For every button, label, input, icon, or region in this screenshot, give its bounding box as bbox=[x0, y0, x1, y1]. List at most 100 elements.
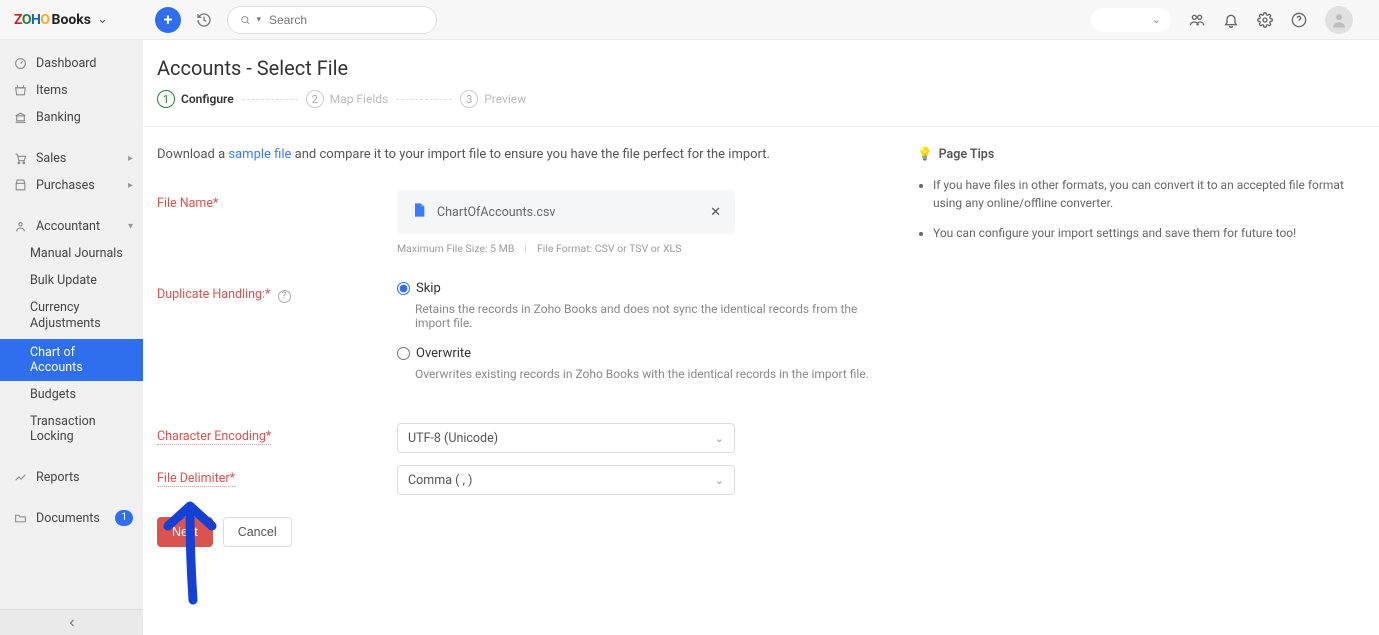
sidebar-item-transaction-locking[interactable]: Transaction Locking bbox=[0, 408, 143, 450]
documents-badge: 1 bbox=[115, 510, 133, 526]
step-number: 1 bbox=[157, 90, 175, 108]
refer-button[interactable] bbox=[1189, 12, 1205, 28]
form-row-file-name: File Name* ChartOfAccounts.csv ✕ Maximum… bbox=[157, 190, 877, 255]
form-column: Download a sample file and compare it to… bbox=[157, 147, 877, 547]
step-separator bbox=[242, 99, 298, 100]
sidebar-item-sales[interactable]: Sales ▸ bbox=[0, 145, 143, 172]
cancel-button[interactable]: Cancel bbox=[223, 517, 292, 547]
remove-file-button[interactable]: ✕ bbox=[710, 205, 721, 220]
sidebar-item-chart-of-accounts[interactable]: Chart of Accounts bbox=[0, 339, 143, 381]
sidebar-item-label: Purchases bbox=[36, 178, 95, 193]
field-delimiter: Comma ( , ) ⌄ bbox=[397, 465, 877, 495]
topbar-right: ⌄ bbox=[1091, 6, 1367, 34]
sample-file-link[interactable]: sample file bbox=[228, 147, 291, 162]
chevron-right-icon: ▸ bbox=[128, 153, 133, 164]
documents-icon bbox=[14, 512, 28, 525]
chevron-down-icon: ▾ bbox=[128, 221, 133, 232]
sidebar-item-items[interactable]: Items bbox=[0, 77, 143, 104]
recent-activity-button[interactable] bbox=[191, 7, 217, 33]
field-encoding: UTF-8 (Unicode) ⌄ bbox=[397, 423, 877, 453]
sidebar-item-label: Manual Journals bbox=[30, 246, 123, 261]
label-text: Character Encoding* bbox=[157, 429, 271, 445]
label-text: File Delimiter* bbox=[157, 471, 235, 487]
radio-label: Skip bbox=[416, 281, 441, 296]
step-preview[interactable]: 3 Preview bbox=[460, 90, 526, 108]
help-button[interactable] bbox=[1291, 12, 1307, 28]
settings-button[interactable] bbox=[1257, 12, 1273, 28]
sidebar-item-dashboard[interactable]: Dashboard bbox=[0, 50, 143, 77]
radio-skip-input[interactable] bbox=[397, 282, 410, 295]
sidebar-item-budgets[interactable]: Budgets bbox=[0, 381, 143, 408]
radio-label: Overwrite bbox=[416, 346, 471, 361]
app-switcher[interactable]: ZOHO Books ⌄ bbox=[0, 12, 143, 28]
sidebar-item-label: Transaction Locking bbox=[30, 414, 129, 444]
select-value: Comma ( , ) bbox=[408, 473, 472, 488]
sidebar-item-label: Accountant bbox=[36, 219, 100, 234]
page-title: Accounts - Select File bbox=[143, 40, 1379, 90]
bell-icon bbox=[1223, 12, 1239, 28]
brand-books: Books bbox=[52, 12, 91, 28]
import-stepper: 1 Configure 2 Map Fields 3 Preview bbox=[143, 90, 1379, 127]
org-switcher[interactable]: ⌄ bbox=[1091, 8, 1171, 32]
radio-skip[interactable]: Skip bbox=[397, 281, 877, 296]
sidebar-item-label: Currency Adjustments bbox=[30, 300, 129, 333]
sidebar-item-banking[interactable]: Banking bbox=[0, 104, 143, 131]
sidebar-item-documents[interactable]: Documents 1 bbox=[0, 505, 143, 532]
next-button[interactable]: Next bbox=[157, 517, 213, 547]
user-avatar[interactable] bbox=[1325, 6, 1353, 34]
accountant-icon bbox=[14, 220, 28, 233]
main-content: Accounts - Select File 1 Configure 2 Map… bbox=[143, 40, 1379, 635]
search-icon bbox=[240, 14, 250, 26]
topbar: ZOHO Books ⌄ + ▾ ⌄ bbox=[0, 0, 1379, 40]
global-search[interactable]: ▾ bbox=[227, 6, 437, 34]
search-scope-caret-icon: ▾ bbox=[256, 15, 261, 25]
label-encoding: Character Encoding* bbox=[157, 423, 397, 444]
tip-item: You can configure your import settings a… bbox=[933, 224, 1365, 242]
search-input[interactable] bbox=[269, 13, 424, 27]
step-configure[interactable]: 1 Configure bbox=[157, 90, 234, 108]
sidebar-item-label: Chart of Accounts bbox=[30, 345, 129, 375]
tips-title: 💡 Page Tips bbox=[917, 147, 1365, 162]
help-icon bbox=[1291, 12, 1307, 28]
file-hint-size: Maximum File Size: 5 MB bbox=[397, 242, 514, 255]
chevron-down-icon: ⌄ bbox=[715, 474, 724, 487]
sidebar-item-accountant[interactable]: Accountant ▾ bbox=[0, 213, 143, 240]
sidebar-item-reports[interactable]: Reports bbox=[0, 464, 143, 491]
topbar-main: + ▾ ⌄ bbox=[143, 6, 1379, 34]
hint-separator: | bbox=[524, 242, 527, 255]
notifications-button[interactable] bbox=[1223, 12, 1239, 28]
banking-icon bbox=[14, 111, 28, 124]
quick-add-button[interactable]: + bbox=[155, 7, 181, 33]
helper-suffix: and compare it to your import file to en… bbox=[291, 147, 770, 162]
sidebar-item-currency-adjustments[interactable]: Currency Adjustments bbox=[0, 294, 143, 339]
form-row-duplicate-handling: Duplicate Handling:* ? Skip Retains the … bbox=[157, 281, 877, 397]
file-hint-format: File Format: CSV or TSV or XLS bbox=[537, 242, 681, 255]
step-map-fields[interactable]: 2 Map Fields bbox=[306, 90, 389, 108]
form-row-encoding: Character Encoding* UTF-8 (Unicode) ⌄ bbox=[157, 423, 877, 453]
sidebar-item-purchases[interactable]: Purchases ▸ bbox=[0, 172, 143, 199]
sidebar-item-label: Banking bbox=[36, 110, 81, 125]
tip-item: If you have files in other formats, you … bbox=[933, 176, 1365, 212]
sidebar-item-manual-journals[interactable]: Manual Journals bbox=[0, 240, 143, 267]
users-icon bbox=[1189, 12, 1205, 28]
radio-overwrite-input[interactable] bbox=[397, 347, 410, 360]
uploaded-file-chip[interactable]: ChartOfAccounts.csv ✕ bbox=[397, 190, 735, 234]
field-duplicate-handling: Skip Retains the records in Zoho Books a… bbox=[397, 281, 877, 397]
radio-overwrite-desc: Overwrites existing records in Zoho Book… bbox=[415, 367, 877, 381]
chevron-right-icon: ▸ bbox=[128, 180, 133, 191]
sidebar-item-label: Bulk Update bbox=[30, 273, 97, 288]
delimiter-select[interactable]: Comma ( , ) ⌄ bbox=[397, 465, 735, 495]
step-number: 2 bbox=[306, 90, 324, 108]
sidebar-item-label: Dashboard bbox=[36, 56, 96, 71]
encoding-select[interactable]: UTF-8 (Unicode) ⌄ bbox=[397, 423, 735, 453]
sidebar-item-label: Budgets bbox=[30, 387, 76, 402]
sidebar-item-bulk-update[interactable]: Bulk Update bbox=[0, 267, 143, 294]
info-icon[interactable]: ? bbox=[278, 290, 291, 303]
sidebar-collapse-button[interactable] bbox=[0, 609, 143, 635]
sidebar-item-label: Sales bbox=[36, 151, 66, 166]
step-label: Configure bbox=[181, 92, 234, 106]
chevron-left-icon bbox=[66, 617, 78, 629]
sidebar: Dashboard Items Banking Sales ▸ Purchase… bbox=[0, 40, 143, 635]
radio-overwrite[interactable]: Overwrite bbox=[397, 346, 877, 361]
label-text: Duplicate Handling:* bbox=[157, 287, 270, 302]
